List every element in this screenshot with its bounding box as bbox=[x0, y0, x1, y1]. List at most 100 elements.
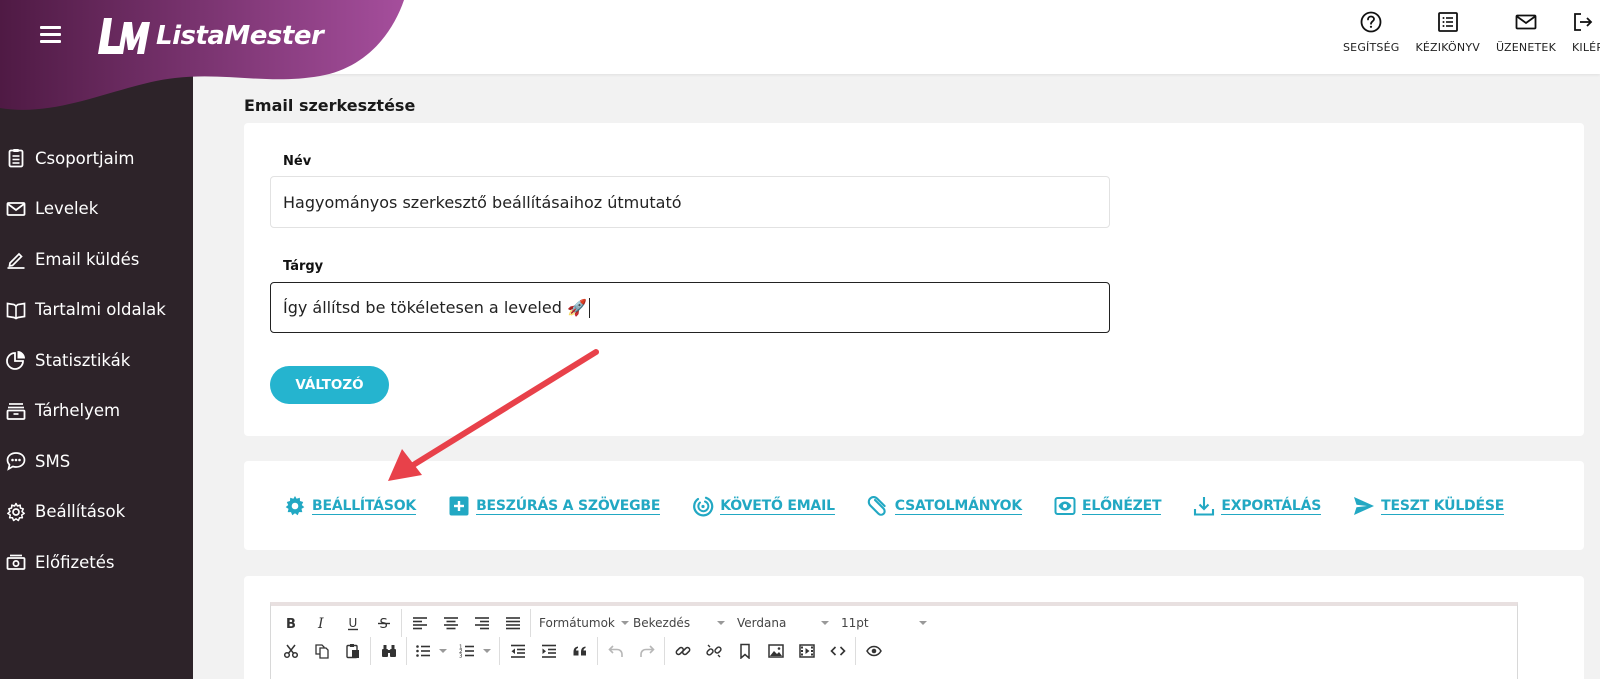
follow-up-email-tab-label: KÖVETŐ EMAIL bbox=[720, 497, 835, 515]
quote-icon bbox=[573, 646, 586, 656]
numbered-list-button[interactable]: 123 bbox=[453, 638, 497, 664]
envelope-icon bbox=[1515, 14, 1537, 30]
strikethrough-button[interactable]: S bbox=[368, 610, 399, 636]
bookmark-icon bbox=[739, 643, 750, 659]
nev-input-value: Hagyományos szerkesztő beállításaihoz út… bbox=[283, 192, 682, 212]
attachments-tab-label: CSATOLMÁNYOK bbox=[894, 497, 1023, 515]
variable-button[interactable]: VÁLTOZÓ bbox=[270, 366, 389, 404]
sidebar-item-elofizetes[interactable]: Előfizetés bbox=[0, 537, 193, 588]
settings-tab[interactable]: BEÁLLÍTÁSOK bbox=[284, 495, 416, 517]
font-size-dropdown[interactable]: 11pt bbox=[835, 610, 933, 636]
toolbar-separator bbox=[530, 609, 531, 637]
video-icon bbox=[798, 644, 815, 658]
clipboard-icon bbox=[8, 149, 24, 168]
sidebar-item-tarhelyem[interactable]: Tárhelyem bbox=[0, 386, 193, 437]
copy-button[interactable] bbox=[306, 638, 337, 664]
sidebar-item-csoportjaim[interactable]: Csoportjaim bbox=[0, 133, 193, 184]
sidebar-item-sms[interactable]: SMS bbox=[0, 436, 193, 487]
bullet-list-button[interactable] bbox=[409, 638, 453, 664]
attachments-tab[interactable]: CSATOLMÁNYOK bbox=[867, 495, 1022, 517]
align-right-button[interactable] bbox=[466, 610, 497, 636]
sidebar-item-label: Csoportjaim bbox=[35, 148, 135, 168]
outdent-button[interactable] bbox=[502, 638, 533, 664]
gear-icon bbox=[7, 502, 25, 521]
manual-button[interactable]: KÉZIKÖNYV bbox=[1415, 11, 1480, 54]
italic-icon: I bbox=[317, 616, 324, 631]
gear-icon bbox=[285, 496, 305, 516]
editor-toolbar-row-2: 123 bbox=[275, 637, 889, 665]
blockquote-button[interactable] bbox=[564, 638, 595, 664]
sidebar-item-email-kuldes[interactable]: Email küldés bbox=[0, 234, 193, 285]
logo-mark-icon bbox=[98, 18, 150, 54]
plus-box-icon bbox=[449, 496, 469, 516]
send-test-tab[interactable]: TESZT KÜLDÉSE bbox=[1353, 495, 1504, 517]
toolbar-separator bbox=[597, 637, 598, 665]
chat-bubble-icon bbox=[6, 452, 26, 471]
targy-label: Tárgy bbox=[283, 259, 324, 274]
sidebar-item-label: Tárhelyem bbox=[35, 401, 121, 421]
redo-button[interactable] bbox=[631, 638, 662, 664]
rich-text-editor: B I U S Formátumok Bekezdés Verdana 11pt… bbox=[270, 602, 1518, 679]
targy-input[interactable]: Így állítsd be tökéletesen a leveled 🚀 bbox=[270, 282, 1110, 333]
insert-link-button[interactable] bbox=[667, 638, 698, 664]
source-code-button[interactable] bbox=[822, 638, 853, 664]
link-icon bbox=[675, 646, 690, 656]
formats-dropdown[interactable]: Formátumok bbox=[533, 610, 629, 636]
sidebar-item-tartalmi-oldalak[interactable]: Tartalmi oldalak bbox=[0, 285, 193, 336]
insert-video-button[interactable] bbox=[791, 638, 822, 664]
money-icon bbox=[6, 554, 26, 571]
logout-icon bbox=[1574, 13, 1593, 31]
align-center-icon bbox=[443, 617, 458, 630]
settings-tab-label: BEÁLLÍTÁSOK bbox=[312, 497, 417, 515]
list-icon bbox=[1437, 12, 1458, 32]
paragraph-dropdown[interactable]: Bekezdés bbox=[627, 610, 731, 636]
paste-button[interactable] bbox=[337, 638, 368, 664]
chevron-down-icon bbox=[483, 649, 491, 653]
follow-up-email-tab[interactable]: KÖVETŐ EMAIL bbox=[692, 495, 835, 517]
editor-toolbar-row-1: B I U S Formátumok Bekezdés Verdana 11pt bbox=[275, 609, 933, 637]
bold-button[interactable]: B bbox=[275, 610, 306, 636]
eye-icon bbox=[865, 645, 882, 657]
sidebar-item-label: Tartalmi oldalak bbox=[35, 300, 166, 320]
font-family-dropdown[interactable]: Verdana bbox=[731, 610, 835, 636]
export-tab[interactable]: EXPORTÁLÁS bbox=[1193, 495, 1321, 517]
insert-image-button[interactable] bbox=[760, 638, 791, 664]
indent-button[interactable] bbox=[533, 638, 564, 664]
download-icon bbox=[1194, 497, 1215, 516]
formats-dropdown-label: Formátumok bbox=[539, 616, 615, 630]
logout-button[interactable]: KILÉP bbox=[1572, 11, 1600, 54]
align-center-button[interactable] bbox=[435, 610, 466, 636]
nev-input[interactable]: Hagyományos szerkesztő beállításaihoz út… bbox=[270, 176, 1110, 228]
sidebar-item-levelek[interactable]: Levelek bbox=[0, 184, 193, 235]
insert-text-tab[interactable]: BESZÚRÁS A SZÖVEGBE bbox=[448, 495, 660, 517]
follow-up-icon bbox=[693, 496, 714, 517]
top-action-label: KILÉP bbox=[1572, 41, 1600, 54]
logo[interactable]: ListaMester bbox=[98, 16, 324, 56]
anchor-button[interactable] bbox=[729, 638, 760, 664]
sidebar-item-beallitasok[interactable]: Beállítások bbox=[0, 487, 193, 538]
top-actions: SEGÍTSÉG KÉZIKÖNYV ÜZENETEK KILÉP bbox=[1327, 11, 1600, 54]
justify-button[interactable] bbox=[497, 610, 528, 636]
remove-link-button[interactable] bbox=[698, 638, 729, 664]
cut-button[interactable] bbox=[275, 638, 306, 664]
svg-text:I: I bbox=[317, 616, 324, 631]
envelope-icon bbox=[6, 201, 26, 216]
svg-text:U: U bbox=[348, 616, 357, 630]
align-right-icon bbox=[474, 617, 489, 630]
sidebar-item-label: Előfizetés bbox=[35, 552, 115, 572]
italic-button[interactable]: I bbox=[306, 610, 337, 636]
send-test-tab-label: TESZT KÜLDÉSE bbox=[1381, 497, 1505, 515]
menu-toggle-button[interactable] bbox=[40, 26, 61, 43]
sidebar-item-statisztikak[interactable]: Statisztikák bbox=[0, 335, 193, 386]
undo-button[interactable] bbox=[600, 638, 631, 664]
toolbar-separator bbox=[401, 609, 402, 637]
preview-editor-button[interactable] bbox=[858, 638, 889, 664]
align-left-button[interactable] bbox=[404, 610, 435, 636]
top-action-label: KÉZIKÖNYV bbox=[1415, 41, 1480, 54]
messages-button[interactable]: ÜZENETEK bbox=[1496, 11, 1556, 54]
preview-tab[interactable]: ELŐNÉZET bbox=[1054, 495, 1162, 517]
find-button[interactable] bbox=[373, 638, 404, 664]
underline-button[interactable]: U bbox=[337, 610, 368, 636]
help-button[interactable]: SEGÍTSÉG bbox=[1343, 11, 1399, 54]
numbered-list-icon: 123 bbox=[459, 645, 474, 659]
